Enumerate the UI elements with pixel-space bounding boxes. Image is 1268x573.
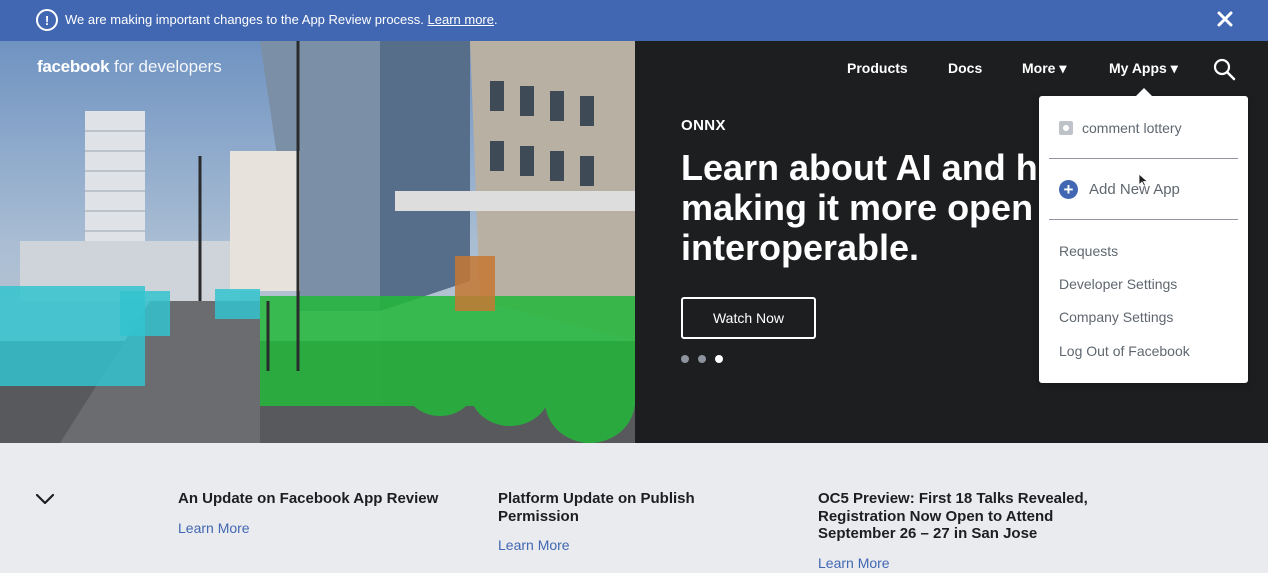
dropdown-developer-settings[interactable]: Developer Settings — [1059, 276, 1177, 292]
chevron-down-icon[interactable] — [35, 492, 55, 506]
app-name: comment lottery — [1082, 120, 1182, 136]
dropdown-app-item[interactable]: comment lottery — [1059, 120, 1182, 136]
carousel-dots — [681, 355, 723, 363]
add-new-app-label: Add New App — [1089, 181, 1180, 198]
logo[interactable]: facebook for developers — [37, 57, 222, 77]
close-icon[interactable] — [1214, 8, 1236, 30]
news-learn-more-link[interactable]: Learn More — [498, 537, 728, 553]
banner-text: We are making important changes to the A… — [65, 12, 498, 27]
logo-brand: facebook — [37, 57, 110, 76]
news-item: OC5 Preview: First 18 Talks Revealed, Re… — [818, 490, 1108, 571]
add-new-app-button[interactable]: + Add New App — [1059, 180, 1180, 199]
news-strip: An Update on Facebook App Review Learn M… — [0, 443, 1268, 573]
carousel-dot-active[interactable] — [715, 355, 723, 363]
carousel-dot[interactable] — [698, 355, 706, 363]
dropdown-divider — [1049, 219, 1238, 220]
carousel-dot[interactable] — [681, 355, 689, 363]
news-title: An Update on Facebook App Review — [178, 490, 439, 507]
dropdown-requests[interactable]: Requests — [1059, 243, 1118, 259]
info-icon: ! — [36, 9, 58, 31]
banner-suffix: . — [494, 12, 498, 27]
news-item: Platform Update on Publish Permission Le… — [498, 490, 728, 553]
banner-message: We are making important changes to the A… — [65, 12, 424, 27]
dropdown-log-out[interactable]: Log Out of Facebook — [1059, 343, 1190, 359]
news-title: Platform Update on Publish Permission — [498, 490, 695, 525]
news-learn-more-link[interactable]: Learn More — [178, 520, 468, 536]
notice-banner: ! We are making important changes to the… — [0, 0, 1268, 41]
nav-my-apps[interactable]: My Apps ▾ — [1109, 60, 1178, 77]
app-icon — [1059, 121, 1073, 135]
watch-now-button[interactable]: Watch Now — [681, 297, 816, 339]
dropdown-company-settings[interactable]: Company Settings — [1059, 309, 1173, 325]
nav-products[interactable]: Products — [847, 60, 908, 76]
mouse-cursor-icon — [1139, 174, 1148, 187]
dropdown-divider — [1049, 158, 1238, 159]
banner-learn-more-link[interactable]: Learn more — [428, 12, 494, 27]
hero-image — [0, 41, 635, 443]
news-item: An Update on Facebook App Review Learn M… — [178, 490, 468, 536]
search-icon[interactable] — [1212, 57, 1236, 81]
top-navigation: facebook for developers Products Docs Mo… — [0, 41, 1268, 97]
my-apps-dropdown: comment lottery + Add New App Requests D… — [1039, 88, 1248, 383]
plus-icon: + — [1059, 180, 1078, 199]
nav-more[interactable]: More ▾ — [1022, 60, 1066, 77]
logo-sub: for developers — [113, 57, 222, 76]
news-learn-more-link[interactable]: Learn More — [818, 555, 1108, 571]
hero-kicker: ONNX — [681, 117, 726, 134]
nav-docs[interactable]: Docs — [948, 60, 982, 76]
news-title: OC5 Preview: First 18 Talks Revealed, Re… — [818, 490, 1088, 542]
